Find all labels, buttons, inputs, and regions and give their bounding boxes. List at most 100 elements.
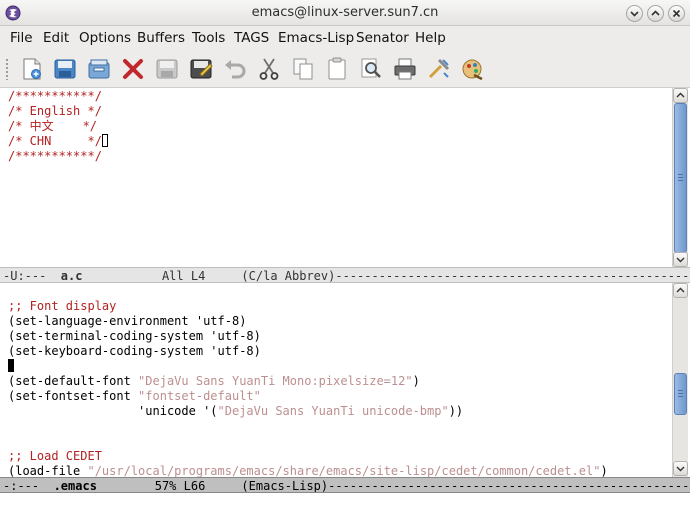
code-line[interactable]: (set-terminal-coding-system 'utf-8) [8,329,608,344]
copy-icon [293,58,313,80]
scroll-down-arrow[interactable] [673,252,688,267]
code-line[interactable] [8,419,608,434]
close-buffer-button[interactable] [120,56,146,82]
code-line[interactable]: (set-fontset-font "fontset-default" [8,389,608,404]
code-string: "/usr/local/programs/emacs/share/emacs/s… [87,464,601,478]
code-text: (set-terminal-coding-system 'utf-8) [8,329,261,343]
mode-line-info: 57% L66 (Emacs-Lisp) [96,479,329,493]
menu-tools[interactable]: Tools [192,30,225,46]
menu-tags[interactable]: TAGS [234,30,269,46]
code-line[interactable]: 'unicode '("DejaVu Sans YuanTi unicode-b… [8,404,608,419]
scroll-up-arrow[interactable] [673,283,688,298]
code-line[interactable]: /* English */ [8,104,108,119]
help-button[interactable] [460,56,486,82]
paste-icon [328,57,346,80]
title-bar[interactable]: emacs@linux-server.sun7.cn [0,0,690,26]
code-line[interactable]: /* 中文 */ [8,119,108,134]
mode-line-status: -:--- [3,479,54,493]
code-comment: ;; Font display [8,299,117,313]
open-folder-button[interactable] [86,56,112,82]
bottom-window-scrollbar[interactable] [672,283,688,477]
code-line[interactable] [8,284,608,299]
code-text: ) [412,374,420,388]
code-line[interactable]: (set-language-environment 'utf-8) [8,314,608,329]
bottom-mode-line[interactable]: -:--- .emacs 57% L66 (Emacs-Lisp)-------… [0,477,690,493]
code-line[interactable]: ;; Load CEDET [8,449,608,464]
mode-line-fill: ----------------------------------------… [328,479,690,493]
chevron-down-icon [676,257,685,263]
text-cursor [8,359,14,372]
customize-button[interactable] [426,56,452,82]
save-as-icon [190,59,213,79]
code-comment: /* English */ [8,104,102,118]
menu-options[interactable]: Options [79,30,131,46]
chevron-down-icon [630,11,639,17]
menu-help[interactable]: Help [415,30,446,46]
maximize-button[interactable] [647,5,664,22]
mode-line-status: -U:--- [3,269,61,283]
close-window-button[interactable] [668,5,685,22]
close-icon [123,59,143,79]
cut-button[interactable] [256,56,282,82]
help-icon [462,59,483,81]
code-line[interactable]: /***********/ [8,89,108,104]
minibuffer[interactable] [0,494,690,515]
code-text: (set-fontset-font [8,389,139,403]
copy-button[interactable] [290,56,316,82]
menu-senator[interactable]: Senator [356,30,409,46]
code-line[interactable]: /* CHN */ [8,134,108,149]
menu-edit[interactable]: Edit [43,30,69,46]
code-line[interactable]: (set-keyboard-coding-system 'utf-8) [8,344,608,359]
save-as-button[interactable] [188,56,214,82]
mode-line-fill: ----------------------------------------… [335,269,690,283]
code-string: "fontset-default" [138,389,261,403]
code-comment: /* 中文 */ [8,119,98,133]
open-folder-icon [88,59,110,79]
menu-file[interactable]: File [10,30,33,46]
scroll-down-arrow[interactable] [673,461,688,476]
code-line[interactable]: /***********/ [8,149,108,164]
code-text: (set-language-environment 'utf-8) [8,314,247,328]
undo-button[interactable] [222,56,248,82]
window-title: emacs@linux-server.sun7.cn [251,5,439,20]
mode-line-buffer-name: .emacs [53,479,97,493]
scroll-up-arrow[interactable] [673,88,688,103]
scrollbar-thumb[interactable] [674,103,687,253]
save-disabled-button[interactable] [154,56,180,82]
code-text: 'unicode '( [8,404,218,418]
minimize-button[interactable] [626,5,643,22]
code-text: )) [448,404,464,418]
top-mode-line[interactable]: -U:--- a.c All L4 (C/la Abbrev)---------… [0,267,690,283]
paste-button[interactable] [324,56,350,82]
top-window-scrollbar[interactable] [672,88,688,268]
code-text: ) [600,464,608,478]
code-line[interactable] [8,359,608,374]
code-line[interactable] [8,434,608,449]
chevron-down-icon [676,466,685,472]
chevron-up-icon [676,92,685,98]
search-button[interactable] [358,56,384,82]
toolbar [0,50,690,88]
save-disabled-icon [156,59,178,79]
new-file-button[interactable] [19,56,45,82]
menu-bar: File Edit Options Buffers Tools TAGS Ema… [0,26,690,50]
code-line[interactable]: (set-default-font "DejaVu Sans YuanTi Mo… [8,374,608,389]
close-icon [672,9,681,18]
code-comment: ;; Load CEDET [8,449,102,463]
mode-line-buffer-name: a.c [60,269,83,283]
code-comment: /***********/ [8,149,102,163]
bottom-editor-text[interactable]: ;; Font display (set-language-environment… [8,284,608,479]
chevron-up-icon [651,10,660,16]
save-button[interactable] [52,56,78,82]
code-string: "DejaVu Sans YuanTi Mono:pixelsize=12" [138,374,413,388]
code-line[interactable]: ;; Font display [8,299,608,314]
code-comment: /***********/ [8,89,102,103]
top-editor-text[interactable]: /***********//* English *//* 中文 *//* CHN… [8,89,108,164]
toolbar-grip[interactable] [5,58,9,80]
scrollbar-thumb[interactable] [674,373,687,415]
print-button[interactable] [392,56,418,82]
code-text: (load-file [8,464,88,478]
menu-emacs-lisp[interactable]: Emacs-Lisp [278,30,354,46]
menu-buffers[interactable]: Buffers [137,30,185,46]
chevron-up-icon [676,287,685,293]
